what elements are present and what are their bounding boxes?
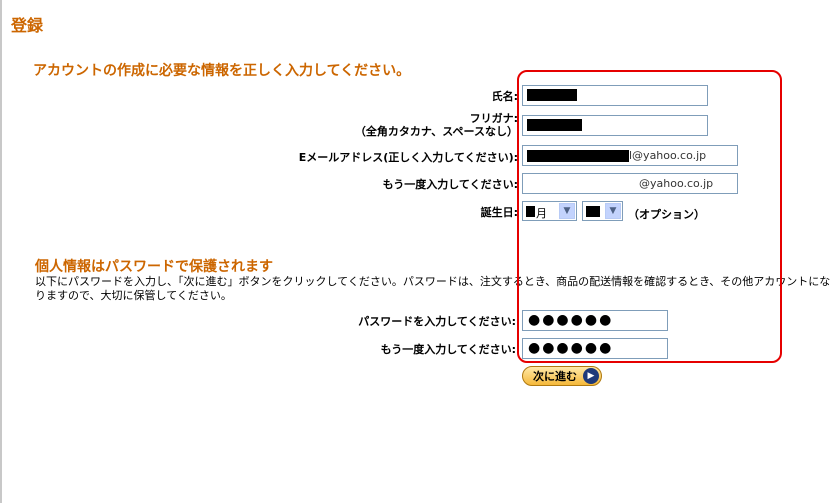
- next-button-label: 次に進む: [533, 370, 577, 383]
- furigana-label-line1: フリガナ:: [469, 112, 518, 125]
- next-button[interactable]: 次に進む ▶: [522, 366, 602, 386]
- left-border: [0, 0, 2, 503]
- account-section-heading: アカウントの作成に必要な情報を正しく入力してください。: [33, 63, 411, 79]
- birth-month-select[interactable]: 月 ▼: [522, 201, 577, 221]
- furigana-label-line2: （全角カタカナ、スペースなし）: [354, 125, 518, 138]
- page-title: 登録: [11, 16, 44, 35]
- chevron-down-icon[interactable]: ▼: [605, 203, 621, 219]
- redacted-text: [527, 150, 629, 162]
- password-description: 以下にパスワードを入力し、「次に進む」ボタンをクリックしてください。パスワードは…: [35, 275, 831, 302]
- password-input[interactable]: ●●●●●●: [522, 310, 668, 331]
- birth-month-value: 月: [536, 207, 547, 220]
- birth-day-select[interactable]: ▼: [582, 201, 623, 221]
- password-confirm-label: もう一度入力してください:: [380, 343, 516, 356]
- email-confirm-label: もう一度入力してください:: [382, 178, 518, 191]
- password-confirm-input[interactable]: ●●●●●●: [522, 338, 668, 359]
- arrow-right-circle-icon: ▶: [583, 368, 599, 384]
- email-suffix: l@yahoo.co.jp: [629, 149, 707, 162]
- birthday-label: 誕生日:: [480, 206, 518, 219]
- email-confirm-suffix: @yahoo.co.jp: [639, 177, 714, 190]
- chevron-down-icon[interactable]: ▼: [559, 203, 575, 219]
- email-label: Eメールアドレス(正しく入力してください):: [298, 151, 518, 164]
- email-confirm-input[interactable]: @yahoo.co.jp: [522, 173, 738, 194]
- name-label: 氏名:: [491, 90, 518, 103]
- email-input[interactable]: l@yahoo.co.jp: [522, 145, 738, 166]
- name-input[interactable]: [522, 85, 708, 106]
- redacted-text: [527, 119, 582, 131]
- password-label: パスワードを入力してください:: [358, 315, 516, 328]
- redacted-text: [527, 89, 577, 101]
- furigana-label: フリガナ: （全角カタカナ、スペースなし）: [355, 112, 518, 138]
- password-section-heading: 個人情報はパスワードで保護されます: [35, 259, 273, 275]
- redacted-text: [526, 206, 535, 217]
- furigana-input[interactable]: [522, 115, 708, 136]
- redacted-text: [586, 206, 600, 217]
- optional-note: （オプション）: [628, 208, 705, 221]
